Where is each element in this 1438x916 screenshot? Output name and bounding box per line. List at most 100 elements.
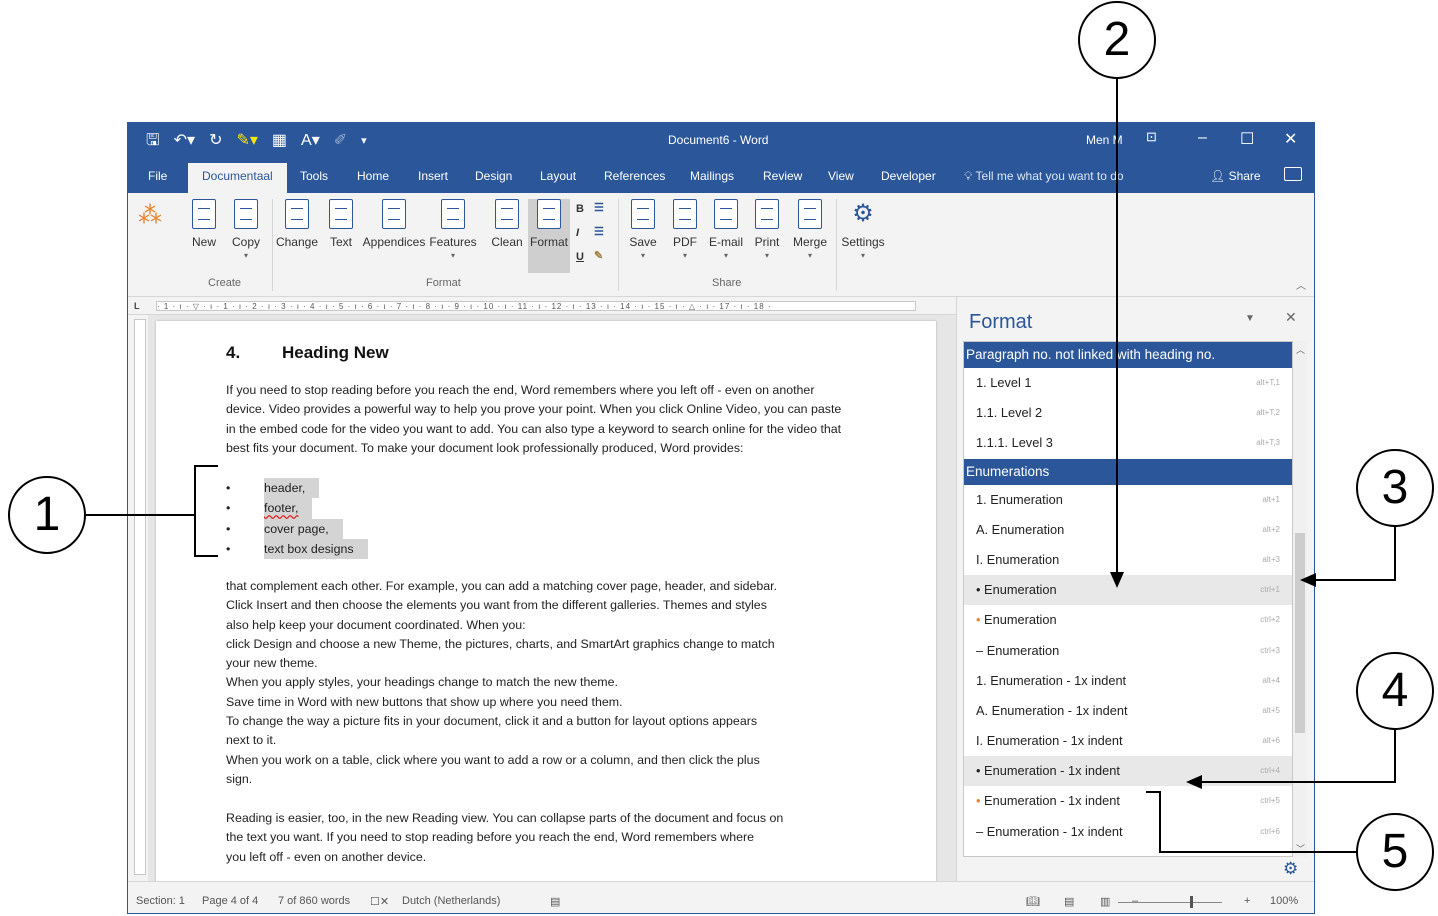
tell-me-search[interactable]: 💡︎ Tell me what you want to do [964,169,1124,184]
bullet-text: header, [264,478,320,499]
zoom-level[interactable]: 100% [1270,895,1298,907]
scroll-up-icon[interactable]: ︿ [1296,343,1305,356]
style-item-enumeration[interactable]: A. Enumeration alt+2 [964,515,1292,545]
maximize-icon[interactable]: ☐ [1240,129,1254,149]
clean-button[interactable]: Clean [490,199,524,249]
style-item-dash-enumeration-indent[interactable]: – Enumeration - 1x indent ctrl+6 [964,817,1292,847]
document-page[interactable]: 4. Heading New If you need to stop readin… [156,321,936,881]
spelling-icon[interactable]: A▾ [301,131,320,151]
style-item-enumeration-indent[interactable]: 1. Enumeration - 1x indent alt+4 [964,666,1292,696]
table-icon[interactable]: ▦ [272,131,287,151]
shortcut-text: alt+4 [1262,675,1280,685]
style-item-enumeration[interactable]: I. Enumeration alt+3 [964,545,1292,575]
pane-scrollbar[interactable]: ︿ ﹀ [1293,341,1307,857]
format-button[interactable]: Format [528,199,570,273]
tab-developer[interactable]: Developer [881,169,936,183]
tab-selector-icon[interactable]: L [134,301,140,311]
bullet-text: cover page, [264,518,343,539]
print-layout-icon[interactable]: ▤ [1064,895,1074,908]
tab-layout[interactable]: Layout [540,169,576,183]
tab-references[interactable]: References [604,169,665,183]
numbering-icon[interactable]: ☰ [594,201,604,214]
style-item-bullet-enumeration[interactable]: • Enumeration ctrl+1 [964,575,1292,606]
style-item-level-2[interactable]: 1.1. Level 2 alt+T,2 [964,398,1292,428]
zoom-out-icon[interactable]: – [1132,895,1138,907]
copy-button[interactable]: Copy ▾ [228,199,264,260]
pane-options-icon[interactable]: ▼ [1245,313,1255,324]
proofing-icon[interactable]: ☐✕ [370,895,389,908]
clean-icon [495,199,519,229]
tab-review[interactable]: Review [763,169,802,183]
chevron-down-icon: ▾ [450,251,455,260]
status-section[interactable]: Section: 1 [136,895,185,907]
zoom-slider[interactable] [1118,902,1222,903]
customize-icon[interactable]: ▾ [361,131,367,151]
new-button[interactable]: New [188,199,220,249]
style-item-dash-enumeration[interactable]: – Enumeration ctrl+3 [964,636,1292,666]
settings-button[interactable]: ⚙ Settings ▾ [840,199,886,260]
brush-icon[interactable]: ✎ [594,249,603,262]
tab-tools[interactable]: Tools [300,169,328,183]
highlight-icon[interactable]: ✎▾ [236,131,257,151]
zoom-slider-thumb[interactable] [1190,896,1193,908]
scroll-down-icon[interactable]: ﹀ [1296,842,1305,855]
style-item-enumeration-indent[interactable]: I. Enumeration - 1x indent alt+6 [964,726,1292,756]
change-button[interactable]: Change [274,199,320,249]
style-item-bullet-enumeration-indent[interactable]: • Enumeration - 1x indent ctrl+4 [964,756,1292,787]
bold-button[interactable]: B [576,203,584,215]
document-area[interactable]: 4. Heading New If you need to stop readin… [148,315,956,881]
close-icon[interactable]: ✕ [1284,129,1297,149]
bullet-dot: • [226,481,231,495]
status-page[interactable]: Page 4 of 4 [202,895,258,907]
underline-button[interactable]: U [576,251,584,263]
style-item-level-1[interactable]: 1. Level 1 alt+T,1 [964,368,1292,398]
format-painter-icon[interactable]: ✐ [334,131,347,151]
web-layout-icon[interactable]: ▥ [1100,895,1110,908]
shortcut-text: ctrl+2 [1260,615,1280,625]
tab-insert[interactable]: Insert [418,169,448,183]
tab-design[interactable]: Design [475,169,512,183]
shortcut-text: alt+T,3 [1256,438,1280,448]
features-button[interactable]: Features ▾ [428,199,478,260]
save-icon[interactable]: 🖫 [146,131,160,151]
share-button[interactable]: 👤︎ Share [1210,169,1261,183]
status-language[interactable]: Dutch (Netherlands) [402,895,500,907]
undo-icon[interactable]: ↶▾ [174,131,195,151]
collapse-ribbon-icon[interactable]: ︿ [1296,277,1306,292]
comment-icon[interactable] [1284,167,1302,181]
indent-icon[interactable]: ☰ [594,225,604,238]
macro-record-icon[interactable]: ▤ [550,895,560,908]
appendices-button[interactable]: Appendices [362,199,426,249]
vertical-ruler[interactable] [134,319,146,875]
style-item-orange-bullet-enumeration[interactable]: • Enumeration ctrl+2 [964,605,1292,635]
ribbon-display-icon[interactable]: ⊡ [1146,129,1157,145]
minimize-icon[interactable]: – [1198,129,1207,147]
pdf-icon [673,199,697,229]
tab-mailings[interactable]: Mailings [690,169,734,183]
tab-view[interactable]: View [828,169,854,183]
scrollbar-thumb[interactable] [1295,533,1305,733]
close-icon[interactable]: ✕ [1285,309,1297,326]
gear-icon[interactable]: ⚙ [1283,859,1298,879]
horizontal-ruler[interactable]: L · 1 · ı · ▽ · ı · 1 · ı · 2 · ı · 3 · … [128,297,958,315]
tab-documentaal[interactable]: Documentaal [188,163,287,193]
user-name[interactable]: Men M [1086,133,1123,147]
text-label: Text [329,235,352,249]
status-words[interactable]: 7 of 860 words [278,895,350,907]
style-item-level-3[interactable]: 1.1.1. Level 3 alt+T,3 [964,428,1292,458]
save-button[interactable]: Save ▾ [628,199,658,260]
style-item-enumeration-indent[interactable]: A. Enumeration - 1x indent alt+5 [964,696,1292,726]
read-mode-icon[interactable]: 📖︎ [1026,895,1040,908]
italic-button[interactable]: I [576,227,579,239]
redo-icon[interactable]: ↻ [209,131,222,151]
style-item-orange-bullet-enumeration-indent[interactable]: • Enumeration - 1x indent ctrl+5 [964,786,1292,816]
zoom-in-icon[interactable]: + [1244,895,1250,907]
tab-home[interactable]: Home [357,169,389,183]
email-button[interactable]: E-mail ▾ [706,199,746,260]
style-item-enumeration[interactable]: 1. Enumeration alt+1 [964,485,1292,515]
merge-button[interactable]: Merge ▾ [790,199,830,260]
pdf-button[interactable]: PDF ▾ [670,199,700,260]
text-button[interactable]: Text [326,199,356,249]
print-button[interactable]: Print ▾ [752,199,782,260]
tab-file[interactable]: File [148,169,167,183]
